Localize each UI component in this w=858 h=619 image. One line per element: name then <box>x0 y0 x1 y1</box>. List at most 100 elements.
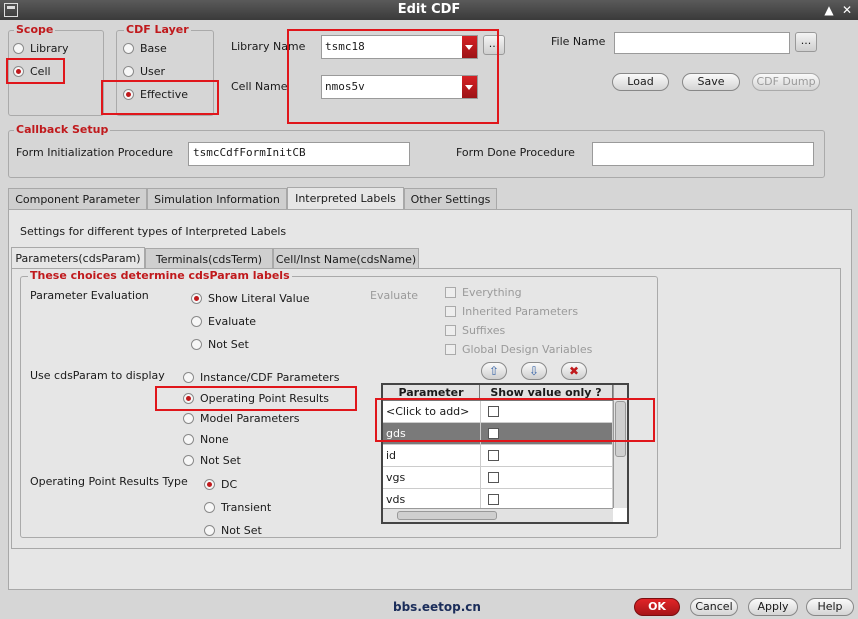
highlight-box <box>155 386 357 411</box>
op-type-notset-label: Not Set <box>221 523 262 537</box>
cdf-layer-user-radio[interactable]: User <box>123 63 165 79</box>
op-type-dc-radio[interactable]: DC <box>204 476 237 492</box>
show-value-cell[interactable] <box>480 444 613 467</box>
evaluate-inherited-checkbox[interactable]: Inherited Parameters <box>445 303 578 319</box>
radio-indicator <box>183 412 194 424</box>
highlight-box <box>375 398 655 442</box>
table-row[interactable]: id <box>383 444 613 467</box>
file-name-label: File Name <box>551 35 606 48</box>
watermark: bbs.eetop.cn <box>393 600 481 614</box>
form-done-input[interactable] <box>592 142 814 166</box>
cdf-dump-button[interactable]: CDF Dump <box>752 73 820 91</box>
op-type-transient-radio[interactable]: Transient <box>204 499 271 515</box>
tab-terminals-cdsterm[interactable]: Terminals(cdsTerm) <box>145 248 273 269</box>
display-notset-label: Not Set <box>200 453 241 467</box>
radio-indicator <box>191 315 202 327</box>
display-model-params-label: Model Parameters <box>200 411 300 425</box>
param-name-cell: id <box>383 444 481 467</box>
highlight-box <box>101 80 219 115</box>
file-name-input[interactable] <box>614 32 790 54</box>
horizontal-scrollbar[interactable] <box>383 508 613 522</box>
move-up-button[interactable]: ⇧ <box>481 362 507 380</box>
table-row[interactable]: vgs <box>383 466 613 489</box>
tab-interpreted-labels[interactable]: Interpreted Labels <box>287 187 404 210</box>
file-browse-button[interactable]: ... <box>795 32 817 52</box>
param-eval-literal-radio[interactable]: Show Literal Value <box>191 290 309 306</box>
close-icon[interactable]: ✕ <box>840 1 854 19</box>
tab-other-settings[interactable]: Other Settings <box>404 188 497 210</box>
cdf-layer-base-radio[interactable]: Base <box>123 40 167 56</box>
evaluate-global-vars-checkbox[interactable]: Global Design Variables <box>445 341 592 357</box>
scrollbar-thumb[interactable] <box>397 511 497 520</box>
radio-indicator <box>183 433 194 445</box>
op-type-notset-radio[interactable]: Not Set <box>204 522 262 538</box>
show-value-cell[interactable] <box>480 466 613 489</box>
tab-cell-inst-name-cdsname[interactable]: Cell/Inst Name(cdsName) <box>273 248 419 269</box>
tab-simulation-information[interactable]: Simulation Information <box>147 188 287 210</box>
radio-indicator <box>123 65 134 77</box>
radio-indicator <box>204 478 215 490</box>
delete-icon: ✖ <box>568 364 580 378</box>
param-eval-notset-radio[interactable]: Not Set <box>191 336 249 352</box>
evaluate-suffixes-checkbox[interactable]: Suffixes <box>445 322 505 338</box>
show-value-checkbox[interactable] <box>487 494 499 505</box>
cdf-layer-base-label: Base <box>140 41 167 55</box>
display-instance-radio[interactable]: Instance/CDF Parameters <box>183 369 339 385</box>
scope-library-radio[interactable]: Library <box>13 40 68 56</box>
evaluate-inherited-label: Inherited Parameters <box>462 304 579 318</box>
scope-library-label: Library <box>30 41 69 55</box>
tab-component-parameter[interactable]: Component Parameter <box>8 188 147 210</box>
evaluate-label: Evaluate <box>370 289 419 302</box>
window-title: Edit CDF <box>397 2 461 17</box>
op-type-dc-label: DC <box>221 477 238 491</box>
param-eval-evaluate-label: Evaluate <box>208 314 257 328</box>
tab-parameters-cdsparam[interactable]: Parameters(cdsParam) <box>11 247 145 269</box>
save-button[interactable]: Save <box>682 73 740 91</box>
display-notset-radio[interactable]: Not Set <box>183 452 241 468</box>
help-button[interactable]: Help <box>806 598 854 616</box>
checkbox-indicator <box>445 343 456 355</box>
radio-indicator <box>204 501 215 513</box>
ok-button[interactable]: OK <box>634 598 680 616</box>
arrow-up-icon: ⇧ <box>488 364 500 378</box>
radio-indicator <box>183 371 194 383</box>
form-init-value: tsmcCdfFormInitCB <box>193 146 306 159</box>
evaluate-global-vars-label: Global Design Variables <box>462 342 593 356</box>
radio-indicator <box>183 454 194 466</box>
checkbox-indicator <box>445 305 456 317</box>
show-value-checkbox[interactable] <box>487 450 499 461</box>
cdf-layer-title: CDF Layer <box>124 23 191 36</box>
param-eval-evaluate-radio[interactable]: Evaluate <box>191 313 256 329</box>
apply-button[interactable]: Apply <box>748 598 798 616</box>
cdf-layer-user-label: User <box>140 64 166 78</box>
move-down-button[interactable]: ⇩ <box>521 362 547 380</box>
window-menu-icon[interactable] <box>4 3 18 17</box>
display-none-label: None <box>200 432 229 446</box>
display-model-params-radio[interactable]: Model Parameters <box>183 410 299 426</box>
radio-indicator <box>191 338 202 350</box>
evaluate-suffixes-label: Suffixes <box>462 323 506 337</box>
cancel-button[interactable]: Cancel <box>690 598 738 616</box>
form-init-input[interactable]: tsmcCdfFormInitCB <box>188 142 410 166</box>
form-init-label: Form Initialization Procedure <box>16 146 174 159</box>
arrow-down-icon: ⇩ <box>528 364 540 378</box>
param-eval-label: Parameter Evaluation <box>30 289 149 302</box>
radio-indicator <box>191 292 202 304</box>
param-eval-literal-label: Show Literal Value <box>208 291 310 305</box>
load-button[interactable]: Load <box>612 73 669 91</box>
display-none-radio[interactable]: None <box>183 431 229 447</box>
op-type-transient-label: Transient <box>221 500 272 514</box>
cell-name-label: Cell Name <box>231 80 288 93</box>
highlight-box <box>287 29 499 124</box>
evaluate-everything-checkbox[interactable]: Everything <box>445 284 522 300</box>
maximize-icon[interactable]: ▲ <box>822 1 836 19</box>
highlight-box <box>6 58 65 84</box>
param-eval-notset-label: Not Set <box>208 337 249 351</box>
callback-title: Callback Setup <box>14 123 111 136</box>
show-value-checkbox[interactable] <box>487 472 499 483</box>
choices-title: These choices determine cdsParam labels <box>28 269 292 282</box>
radio-indicator <box>123 42 134 54</box>
radio-indicator <box>13 42 24 54</box>
radio-indicator <box>204 524 215 536</box>
delete-row-button[interactable]: ✖ <box>561 362 587 380</box>
